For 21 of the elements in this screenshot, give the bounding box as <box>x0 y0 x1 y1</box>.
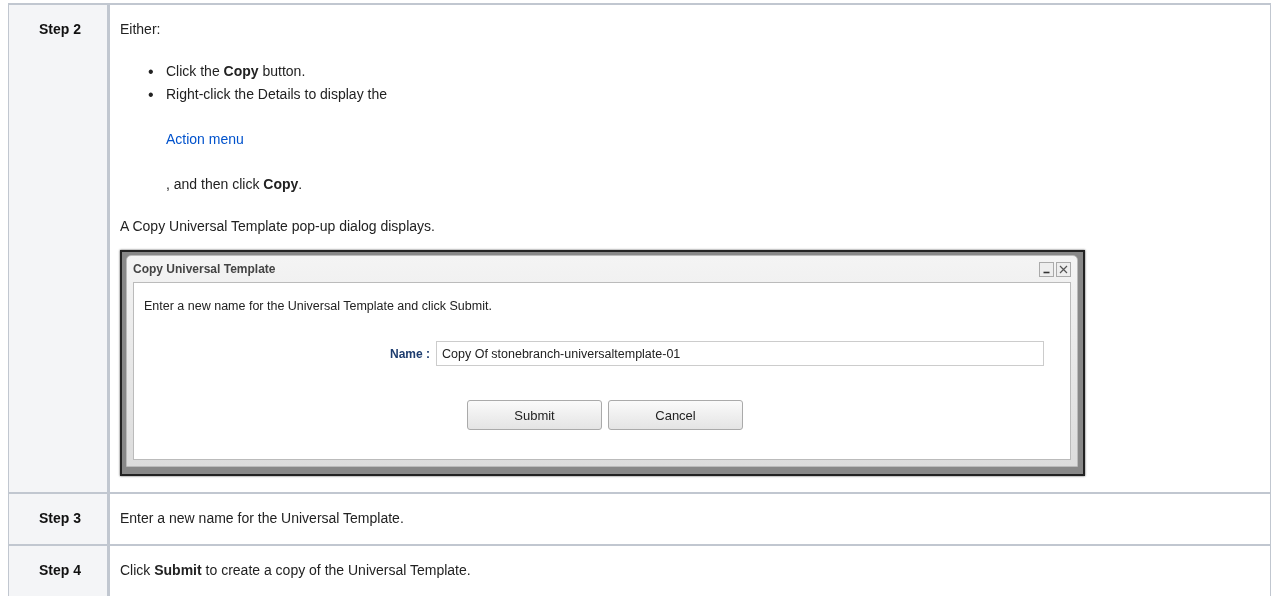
cancel-button[interactable]: Cancel <box>608 400 743 430</box>
dialog-message: Enter a new name for the Universal Template and click Submit. <box>144 299 493 313</box>
dialog-title: Copy Universal Template <box>133 262 277 276</box>
bullet-marker: • <box>148 62 155 82</box>
bullet-text: Click the Copy button. <box>166 63 306 79</box>
step-label: Step 2 <box>39 21 81 37</box>
step-text: Click Submit to create a copy of the Universal Template. <box>120 561 471 580</box>
bullet-marker: • <box>148 85 155 105</box>
note-text: A Copy Universal Template pop-up dialog displays. <box>120 217 436 236</box>
submit-button[interactable]: Submit <box>467 400 602 430</box>
step-label: Step 3 <box>39 510 81 526</box>
step-text: Enter a new name for the Universal Template. <box>120 509 404 528</box>
close-icon[interactable] <box>1056 261 1071 277</box>
bullet-text: , and then click Copy. <box>166 175 303 194</box>
name-field[interactable]: Copy Of stonebranch-universaltemplate-01 <box>436 341 1044 366</box>
bullet-text: Right-click the Details to display the <box>166 86 387 102</box>
intro-text: Either: <box>120 20 162 39</box>
action-menu-link[interactable]: Action menu <box>166 131 244 147</box>
name-label: Name : <box>389 346 431 361</box>
step-label: Step 4 <box>39 562 81 578</box>
minimize-icon[interactable] <box>1039 261 1054 277</box>
